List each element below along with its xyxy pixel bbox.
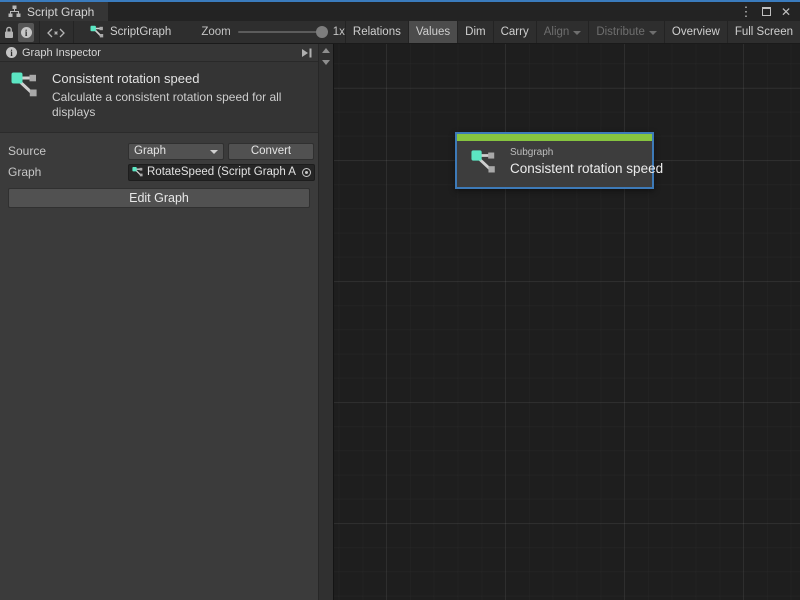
inspector-form: Source Graph Convert Graph <box>0 133 318 208</box>
graph-summary: Consistent rotation speed Calculate a co… <box>0 62 318 133</box>
graph-reference-label: ScriptGraph <box>110 26 171 38</box>
source-dropdown[interactable]: Graph <box>128 143 224 160</box>
scroll-up-button[interactable] <box>320 44 333 56</box>
graph-row: Graph <box>8 164 314 181</box>
graph-inspector-title: Graph Inspector <box>22 47 101 59</box>
node-body: Subgraph Consistent rotation speed <box>457 141 652 184</box>
align-label: Align <box>544 26 570 38</box>
graph-inspector-header: i Graph Inspector <box>0 44 333 62</box>
distribute-label: Distribute <box>596 26 645 38</box>
inspector-scrollbar[interactable] <box>318 44 333 600</box>
graph-description: Calculate a consistent rotation speed fo… <box>52 90 310 121</box>
toolbar-separator <box>39 21 40 43</box>
graph-object-field[interactable]: RotateSpeed (Script Graph A <box>128 164 315 181</box>
tab-script-graph[interactable]: Script Graph <box>0 2 108 21</box>
window-focus-accent <box>0 0 800 2</box>
graph-toolbar: i ScriptGraph Zoom <box>0 21 800 44</box>
graph-field-label: Graph <box>8 165 128 179</box>
window-menu-icon[interactable]: ⋮ <box>738 4 754 20</box>
toolbar-toggle-group: Relations Values Dim Carry Align Distrib… <box>345 21 800 43</box>
subgraph-icon <box>10 71 40 121</box>
object-picker-button[interactable] <box>299 165 314 180</box>
graph-reference[interactable]: ScriptGraph <box>78 21 179 43</box>
graph-node-icon <box>90 25 105 39</box>
chevron-down-icon <box>210 150 218 154</box>
script-graph-tab-icon <box>8 5 21 18</box>
graph-inspector-panel: i Graph Inspector <box>0 44 334 600</box>
source-row: Source Graph Convert <box>8 143 314 160</box>
convert-button[interactable]: Convert <box>228 143 314 160</box>
zoom-control: Zoom 1x <box>179 21 345 43</box>
edit-graph-button[interactable]: Edit Graph <box>8 188 310 208</box>
window-controls: ⋮ ✕ <box>738 0 800 21</box>
zoom-label: Zoom <box>201 26 230 38</box>
tab-label: Script Graph <box>27 5 94 19</box>
object-picker-icon <box>302 168 311 177</box>
align-dropdown-button[interactable]: Align <box>536 21 589 43</box>
close-icon[interactable]: ✕ <box>778 4 794 20</box>
maximize-icon[interactable] <box>758 4 774 20</box>
graph-canvas[interactable]: Subgraph Consistent rotation speed <box>334 44 800 600</box>
graph-title: Consistent rotation speed <box>52 71 310 86</box>
values-button[interactable]: Values <box>408 21 457 43</box>
info-icon: i <box>21 27 32 38</box>
zoom-value: 1x <box>333 26 345 38</box>
graph-object-value: RotateSpeed (Script Graph A <box>147 166 296 178</box>
node-title: Consistent rotation speed <box>510 161 663 176</box>
node-header-bar <box>457 134 652 141</box>
node-type-label: Subgraph <box>510 147 663 158</box>
node-labels: Subgraph Consistent rotation speed <box>510 147 663 176</box>
graph-asset-icon <box>132 166 144 178</box>
subgraph-icon <box>470 149 498 175</box>
info-icon: i <box>6 47 17 58</box>
lock-button[interactable] <box>1 23 16 42</box>
code-view-button[interactable] <box>44 23 68 42</box>
zoom-slider[interactable] <box>238 31 326 33</box>
relations-button[interactable]: Relations <box>345 21 408 43</box>
toolbar-separator <box>73 21 74 43</box>
script-graph-window: Script Graph ⋮ ✕ i <box>0 0 800 600</box>
scroll-down-button[interactable] <box>320 56 333 68</box>
dock-panel-button[interactable] <box>301 48 313 58</box>
chevron-down-icon <box>649 31 657 35</box>
triangle-down-icon <box>322 60 330 65</box>
carry-button[interactable]: Carry <box>493 21 536 43</box>
inspector-toggle-button[interactable]: i <box>18 23 33 42</box>
subgraph-node[interactable]: Subgraph Consistent rotation speed <box>455 132 654 189</box>
titlebar: Script Graph ⋮ ✕ <box>0 0 800 21</box>
inspector-content: Consistent rotation speed Calculate a co… <box>0 62 333 600</box>
dim-button[interactable]: Dim <box>457 21 492 43</box>
triangle-up-icon <box>322 48 330 53</box>
chevron-down-icon <box>573 31 581 35</box>
lock-icon <box>3 26 15 39</box>
source-label: Source <box>8 144 128 158</box>
source-dropdown-value: Graph <box>134 145 166 157</box>
overview-button[interactable]: Overview <box>664 21 727 43</box>
dock-right-icon <box>301 48 313 58</box>
distribute-dropdown-button[interactable]: Distribute <box>588 21 664 43</box>
zoom-slider-handle[interactable] <box>316 26 328 38</box>
full-screen-button[interactable]: Full Screen <box>727 21 800 43</box>
graph-summary-text: Consistent rotation speed Calculate a co… <box>52 71 310 121</box>
code-icon <box>46 27 66 39</box>
